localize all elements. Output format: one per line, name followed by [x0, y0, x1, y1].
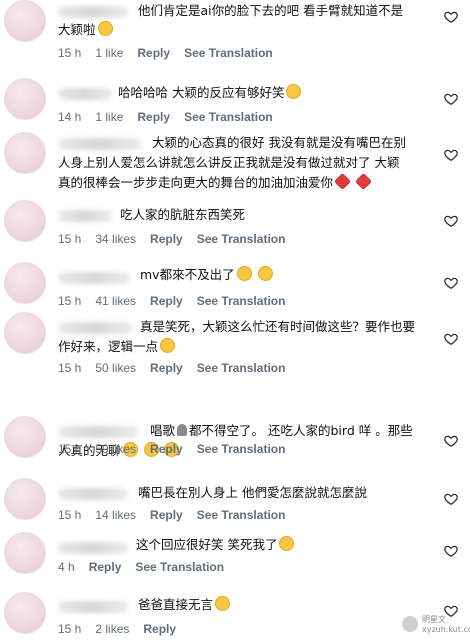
comment-meta: 4 h Reply See Translation — [58, 560, 238, 574]
reply-button[interactable]: Reply — [150, 508, 183, 522]
heart-outline-icon[interactable] — [444, 276, 458, 290]
see-translation-button[interactable]: See Translation — [197, 294, 286, 308]
reply-button[interactable]: Reply — [150, 294, 183, 308]
laughing-emoji-icon — [215, 596, 231, 611]
comment-text: 嘴巴長在別人身上 他們愛怎麼說就怎麼說 — [138, 485, 367, 500]
timestamp: 15 h — [58, 361, 82, 375]
reply-button[interactable]: Reply — [150, 361, 183, 375]
like-count[interactable]: 1 like — [95, 110, 123, 124]
username-redacted — [58, 88, 112, 100]
avatar[interactable] — [4, 132, 46, 174]
comment-meta: 15 h 59 likes Reply See Translation — [58, 442, 299, 456]
heart-outline-icon[interactable] — [444, 92, 458, 106]
avatar[interactable] — [4, 0, 46, 42]
timestamp: 15 h — [58, 294, 82, 308]
comment-text: 吃人家的肮脏东西笑死 — [120, 207, 246, 222]
timestamp: 15 h — [58, 622, 82, 636]
anxious-emoji-icon — [236, 266, 252, 281]
comment-text: 大颖的心态真的很好 我没有就是没有嘴巴在别 — [152, 135, 406, 150]
timestamp: 15 h — [58, 46, 82, 60]
timestamp: 15 h — [58, 442, 82, 456]
comment-meta: 15 h 1 like Reply See Translation — [58, 46, 287, 60]
comment-meta: 15 h 50 likes Reply See Translation — [58, 361, 299, 375]
see-translation-button[interactable]: See Translation — [184, 110, 273, 124]
username-redacted — [58, 6, 128, 18]
like-count[interactable]: 34 likes — [95, 232, 136, 246]
like-count[interactable]: 59 likes — [95, 442, 136, 456]
see-translation-button[interactable]: See Translation — [197, 442, 286, 456]
reply-button[interactable]: Reply — [137, 46, 170, 60]
comment-text: 真是笑死，大颖这么忙还有时间做这些？要作也要 — [140, 319, 416, 334]
comment-meta: 15 h 2 likes Reply — [58, 622, 190, 636]
reply-button[interactable]: Reply — [150, 232, 183, 246]
avatar[interactable] — [4, 478, 46, 520]
comment-text: 他们肯定是ai你的脸下去的吧 看手臂就知道不是 — [138, 3, 404, 18]
watermark: 明星文 xyzuh.kut.com — [402, 614, 470, 636]
like-count[interactable]: 2 likes — [95, 622, 129, 636]
heart-outline-icon[interactable] — [444, 214, 458, 228]
see-translation-button[interactable]: See Translation — [197, 361, 286, 375]
heart-outline-icon[interactable] — [444, 10, 458, 24]
rofl-emoji-icon — [257, 266, 273, 281]
reply-button[interactable]: Reply — [150, 442, 183, 456]
heart-outline-icon[interactable] — [444, 434, 458, 448]
username-redacted — [58, 601, 128, 613]
comment-text: 真的很棒会一步步走向更大的舞台的加油加油爱你 — [58, 173, 372, 192]
username-redacted — [58, 426, 138, 438]
comment-text: 人身上别人爱怎么讲就怎么讲反正我就是没有做过就对了 大颖 — [58, 155, 400, 170]
avatar[interactable] — [4, 200, 46, 242]
avatar[interactable] — [4, 532, 46, 574]
like-count[interactable]: 41 likes — [95, 294, 136, 308]
heart-outline-icon[interactable] — [444, 148, 458, 162]
like-count[interactable]: 1 like — [95, 46, 123, 60]
laughing-emoji-icon — [160, 338, 176, 353]
reply-button[interactable]: Reply — [89, 560, 122, 574]
avatar[interactable] — [4, 262, 46, 304]
comment-text: mv都來不及出了 — [140, 266, 273, 284]
heart-outline-icon[interactable] — [444, 332, 458, 346]
like-count[interactable]: 14 likes — [95, 508, 136, 522]
comment-meta: 14 h 1 like Reply See Translation — [58, 110, 287, 124]
avatar[interactable] — [4, 592, 46, 634]
comment-text: 这个回应很好笑 笑死我了 — [136, 536, 295, 554]
comment-text: 大颖啦 — [58, 21, 113, 39]
avatar[interactable] — [4, 416, 46, 458]
reply-button[interactable]: Reply — [137, 110, 170, 124]
avatar[interactable] — [4, 78, 46, 120]
timestamp: 15 h — [58, 232, 82, 246]
username-redacted — [58, 322, 132, 334]
username-redacted — [58, 488, 128, 500]
avatar[interactable] — [4, 312, 46, 354]
reply-button[interactable]: Reply — [143, 622, 176, 636]
timestamp: 14 h — [58, 110, 82, 124]
username-redacted — [58, 272, 130, 284]
comment-text: 作好来，逻辑一点 — [58, 338, 176, 356]
comment-meta: 15 h 34 likes Reply See Translation — [58, 232, 299, 246]
watermark-text: 明星文 xyzuh.kut.com — [422, 615, 470, 634]
rofl-emoji-icon — [279, 536, 295, 551]
heart-outline-icon[interactable] — [444, 492, 458, 506]
username-redacted — [58, 138, 142, 150]
comment-meta: 15 h 14 likes Reply See Translation — [58, 508, 299, 522]
laughing-emoji-icon — [97, 21, 113, 36]
watermark-logo-icon — [402, 616, 418, 632]
see-translation-button[interactable]: See Translation — [197, 508, 286, 522]
timestamp: 4 h — [58, 560, 75, 574]
username-redacted — [58, 542, 128, 554]
microphone-emoji-icon — [177, 424, 188, 436]
comment-meta: 15 h 41 likes Reply See Translation — [58, 294, 299, 308]
comment-text: 爸爸直接无言 — [138, 596, 231, 614]
username-redacted — [58, 210, 112, 222]
comment-text: 哈哈哈哈 大颖的反应有够好笑 — [118, 84, 302, 102]
see-translation-button[interactable]: See Translation — [197, 232, 286, 246]
comment-text: 唱歌 都不得空了。 还吃人家的bird 咩 。那些 — [150, 423, 413, 438]
like-count[interactable]: 50 likes — [95, 361, 136, 375]
see-translation-button[interactable]: See Translation — [184, 46, 273, 60]
timestamp: 15 h — [58, 508, 82, 522]
heart-outline-icon[interactable] — [444, 544, 458, 558]
laughing-emoji-icon — [286, 84, 302, 99]
red-heart-emoji-icon — [355, 173, 372, 190]
red-heart-emoji-icon — [334, 173, 352, 190]
see-translation-button[interactable]: See Translation — [135, 560, 224, 574]
